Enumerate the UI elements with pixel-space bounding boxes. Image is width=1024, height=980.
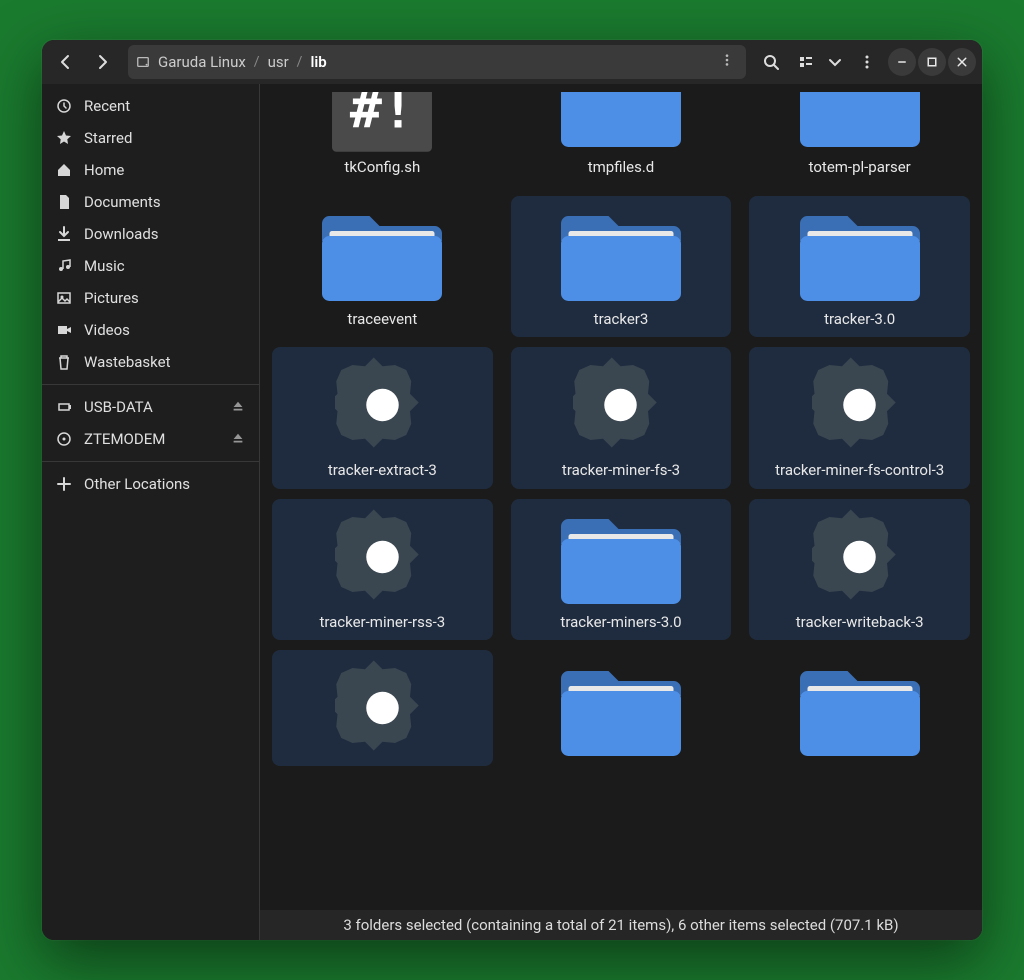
file-item[interactable] [511, 650, 732, 766]
close-button[interactable] [948, 48, 976, 76]
file-item[interactable]: tracker3 [511, 196, 732, 338]
exec-icon [317, 658, 447, 758]
sidebar-item-downloads[interactable]: Downloads [42, 218, 259, 250]
file-item[interactable]: tracker-writeback-3 [749, 499, 970, 641]
file-manager-window: Garuda Linux / usr / lib RecentStarredHo… [42, 40, 982, 940]
toolbar: Garuda Linux / usr / lib [42, 40, 982, 84]
file-label: tracker-miner-rss-3 [319, 613, 445, 633]
file-label: tracker-miners-3.0 [560, 613, 681, 633]
video-icon [56, 322, 72, 338]
file-item[interactable]: tracker-miner-fs-3 [511, 347, 732, 489]
folder-icon [556, 658, 686, 758]
exec-icon [556, 355, 686, 455]
file-item[interactable]: traceevent [272, 196, 493, 338]
icon-view[interactable]: tkConfig.sh tmpfiles.d totem-pl-parser trac… [260, 84, 982, 940]
maximize-button[interactable] [918, 48, 946, 76]
file-item[interactable]: tracker-miner-fs-control-3 [749, 347, 970, 489]
file-item[interactable] [749, 650, 970, 766]
sidebar-other-locations[interactable]: Other Locations [42, 468, 259, 500]
minimize-button[interactable] [888, 48, 916, 76]
plus-icon [56, 476, 72, 492]
music-icon [56, 258, 72, 274]
folder-icon [795, 658, 925, 758]
search-button[interactable] [754, 45, 788, 79]
file-item[interactable]: tracker-miner-rss-3 [272, 499, 493, 641]
path-part-0[interactable]: usr [264, 53, 293, 71]
disc-icon [56, 431, 72, 447]
file-label: totem-pl-parser [809, 158, 911, 178]
path-bar[interactable]: Garuda Linux / usr / lib [128, 45, 746, 79]
file-label: tkConfig.sh [344, 158, 420, 178]
view-options-button[interactable] [824, 45, 846, 79]
file-item[interactable] [272, 650, 493, 766]
path-menu-button[interactable] [716, 53, 738, 71]
view-mode-button[interactable] [792, 45, 820, 79]
clock-icon [56, 98, 72, 114]
folder-icon [556, 92, 686, 152]
hamburger-menu-button[interactable] [850, 45, 884, 79]
eject-icon[interactable] [231, 400, 245, 414]
status-bar: 3 folders selected (containing a total o… [260, 910, 982, 940]
file-label: tmpfiles.d [588, 158, 655, 178]
file-label: traceevent [347, 310, 417, 330]
usb-icon [56, 399, 72, 415]
sidebar-item-starred[interactable]: Starred [42, 122, 259, 154]
exec-icon [795, 507, 925, 607]
back-button[interactable] [48, 45, 82, 79]
sidebar-item-music[interactable]: Music [42, 250, 259, 282]
file-label: tracker-writeback-3 [796, 613, 924, 633]
trash-icon [56, 354, 72, 370]
sidebar-item-wastebasket[interactable]: Wastebasket [42, 346, 259, 378]
eject-icon[interactable] [231, 432, 245, 446]
content-area: tkConfig.sh tmpfiles.d totem-pl-parser trac… [260, 84, 982, 940]
sidebar-item-recent[interactable]: Recent [42, 90, 259, 122]
folder-icon [556, 507, 686, 607]
file-label: tracker-miner-fs-3 [562, 461, 680, 481]
path-part-1[interactable]: lib [306, 53, 330, 71]
sidebar: RecentStarredHomeDocumentsDownloadsMusic… [42, 84, 260, 940]
folder-icon [795, 204, 925, 304]
exec-icon [317, 355, 447, 455]
file-label: tracker-3.0 [824, 310, 895, 330]
file-item[interactable]: tracker-extract-3 [272, 347, 493, 489]
sidebar-item-documents[interactable]: Documents [42, 186, 259, 218]
download-icon [56, 226, 72, 242]
forward-button[interactable] [86, 45, 120, 79]
star-icon [56, 130, 72, 146]
file-label: tracker-miner-fs-control-3 [775, 461, 944, 481]
file-item[interactable]: tracker-3.0 [749, 196, 970, 338]
file-item[interactable]: tkConfig.sh [272, 84, 493, 186]
file-label: tracker-extract-3 [328, 461, 437, 481]
exec-icon [795, 355, 925, 455]
picture-icon [56, 290, 72, 306]
file-item[interactable]: tracker-miners-3.0 [511, 499, 732, 641]
path-root[interactable]: Garuda Linux [154, 53, 250, 71]
script-icon [317, 92, 447, 152]
sidebar-item-home[interactable]: Home [42, 154, 259, 186]
sidebar-item-usb-data[interactable]: USB-DATA [42, 391, 259, 423]
sidebar-item-pictures[interactable]: Pictures [42, 282, 259, 314]
home-icon [56, 162, 72, 178]
sidebar-item-videos[interactable]: Videos [42, 314, 259, 346]
harddisk-icon [136, 55, 150, 69]
exec-icon [317, 507, 447, 607]
file-label: tracker3 [594, 310, 649, 330]
folder-icon [556, 204, 686, 304]
folder-icon [795, 92, 925, 152]
file-item[interactable]: tmpfiles.d [511, 84, 732, 186]
doc-icon [56, 194, 72, 210]
status-text: 3 folders selected (containing a total o… [343, 916, 898, 934]
folder-icon [317, 204, 447, 304]
file-item[interactable]: totem-pl-parser [749, 84, 970, 186]
sidebar-item-ztemodem[interactable]: ZTEMODEM [42, 423, 259, 455]
